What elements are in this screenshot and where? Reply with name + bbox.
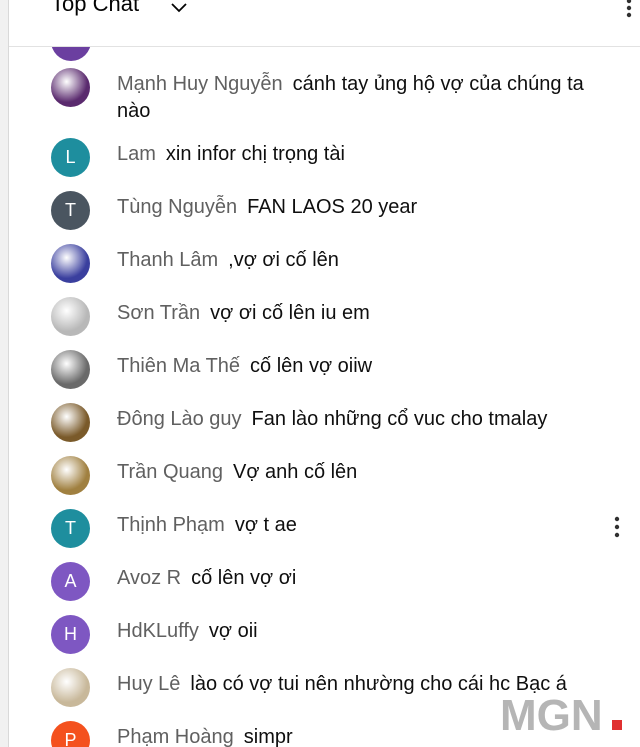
avatar[interactable]: T — [51, 509, 90, 548]
message-text: simpr — [243, 726, 293, 747]
avatar[interactable] — [51, 668, 90, 707]
message-body: HdKLuffy vợ oii — [117, 618, 607, 645]
avatar[interactable]: L — [51, 138, 90, 177]
message-body: Mạnh Huy Nguyễn cánh tay ủng hộ vợ của ch… — [117, 71, 607, 125]
author-name[interactable]: Huy Lê — [117, 673, 180, 695]
chat-mode-title[interactable]: Top Chat — [51, 0, 139, 17]
author-name[interactable]: Thịnh Phạm — [117, 514, 225, 536]
message-text: vợ ơi cố lên iu em — [210, 302, 370, 324]
more-options-icon[interactable] — [625, 0, 633, 20]
message-body: Lam xin infor chị trọng tài — [117, 141, 607, 168]
message-text: Vợ anh cố lên — [233, 461, 358, 483]
message-body: Thịnh Phạm vợ t ae — [117, 512, 607, 539]
chat-header: Top Chat — [9, 0, 640, 47]
avatar-initial: A — [64, 571, 77, 591]
avatar[interactable] — [51, 456, 90, 495]
avatar-initial: P — [64, 730, 77, 747]
message-body: Thanh Lâm ,vợ ơi cố lên — [117, 247, 607, 274]
message-body: Avoz R cố lên vợ ơi — [117, 565, 607, 592]
message-body: Đông Lào guy Fan lào những cổ vuc cho tma… — [117, 406, 607, 433]
avatar[interactable] — [51, 68, 90, 107]
message-text: ,vợ ơi cố lên — [228, 249, 339, 271]
message-text: FAN LAOS 20 year — [247, 196, 418, 218]
message-text: vợ t ae — [234, 514, 297, 536]
avatar[interactable] — [51, 244, 90, 283]
svg-text:MGN: MGN — [500, 691, 603, 736]
author-name[interactable]: Đông Lào guy — [117, 408, 242, 430]
chat-message-list[interactable]: Mạnh Huy Nguyễn cánh tay ủng hộ vợ của ch… — [9, 47, 640, 747]
author-name[interactable]: Thanh Lâm — [117, 249, 218, 271]
author-name[interactable]: Trần Quang — [117, 461, 223, 483]
avatar — [51, 47, 91, 61]
message-text: vợ oii — [208, 620, 258, 642]
message-body: Trần Quang Vợ anh cố lên — [117, 459, 607, 486]
message-body: Thiên Ma Thế cố lên vợ oiiw — [117, 353, 607, 380]
message-text: cố lên vợ ơi — [191, 567, 297, 589]
avatar-initial: T — [65, 200, 76, 220]
chevron-down-icon[interactable] — [167, 0, 191, 20]
author-name[interactable]: Mạnh Huy Nguyễn — [117, 73, 283, 95]
avatar[interactable] — [51, 297, 90, 336]
message-text: Fan lào những cổ vuc cho tmalay — [251, 408, 548, 430]
message-body: Sơn Trần vợ ơi cố lên iu em — [117, 300, 607, 327]
avatar[interactable]: A — [51, 562, 90, 601]
message-text: xin infor chị trọng tài — [165, 143, 345, 165]
author-name[interactable]: Tùng Nguyễn — [117, 196, 237, 218]
author-name[interactable]: Sơn Trần — [117, 302, 200, 324]
left-panel-edge — [0, 0, 9, 747]
author-name[interactable]: Thiên Ma Thế — [117, 355, 240, 377]
avatar-initial: L — [65, 147, 76, 167]
mgn-watermark-logo: MGN — [500, 691, 622, 736]
avatar[interactable] — [51, 403, 90, 442]
author-name[interactable]: Lam — [117, 143, 156, 165]
avatar-initial: H — [64, 624, 77, 644]
avatar[interactable]: T — [51, 191, 90, 230]
author-name[interactable]: Phạm Hoàng — [117, 726, 234, 747]
message-text: cố lên vợ oiiw — [250, 355, 373, 377]
avatar[interactable]: H — [51, 615, 90, 654]
message-body: Tùng Nguyễn FAN LAOS 20 year — [117, 194, 607, 221]
avatar[interactable]: P — [51, 721, 90, 747]
author-name[interactable]: HdKLuffy — [117, 620, 199, 642]
avatar[interactable] — [51, 350, 90, 389]
message-menu-icon[interactable] — [613, 514, 621, 540]
avatar-initial: T — [65, 518, 76, 538]
author-name[interactable]: Avoz R — [117, 567, 181, 589]
